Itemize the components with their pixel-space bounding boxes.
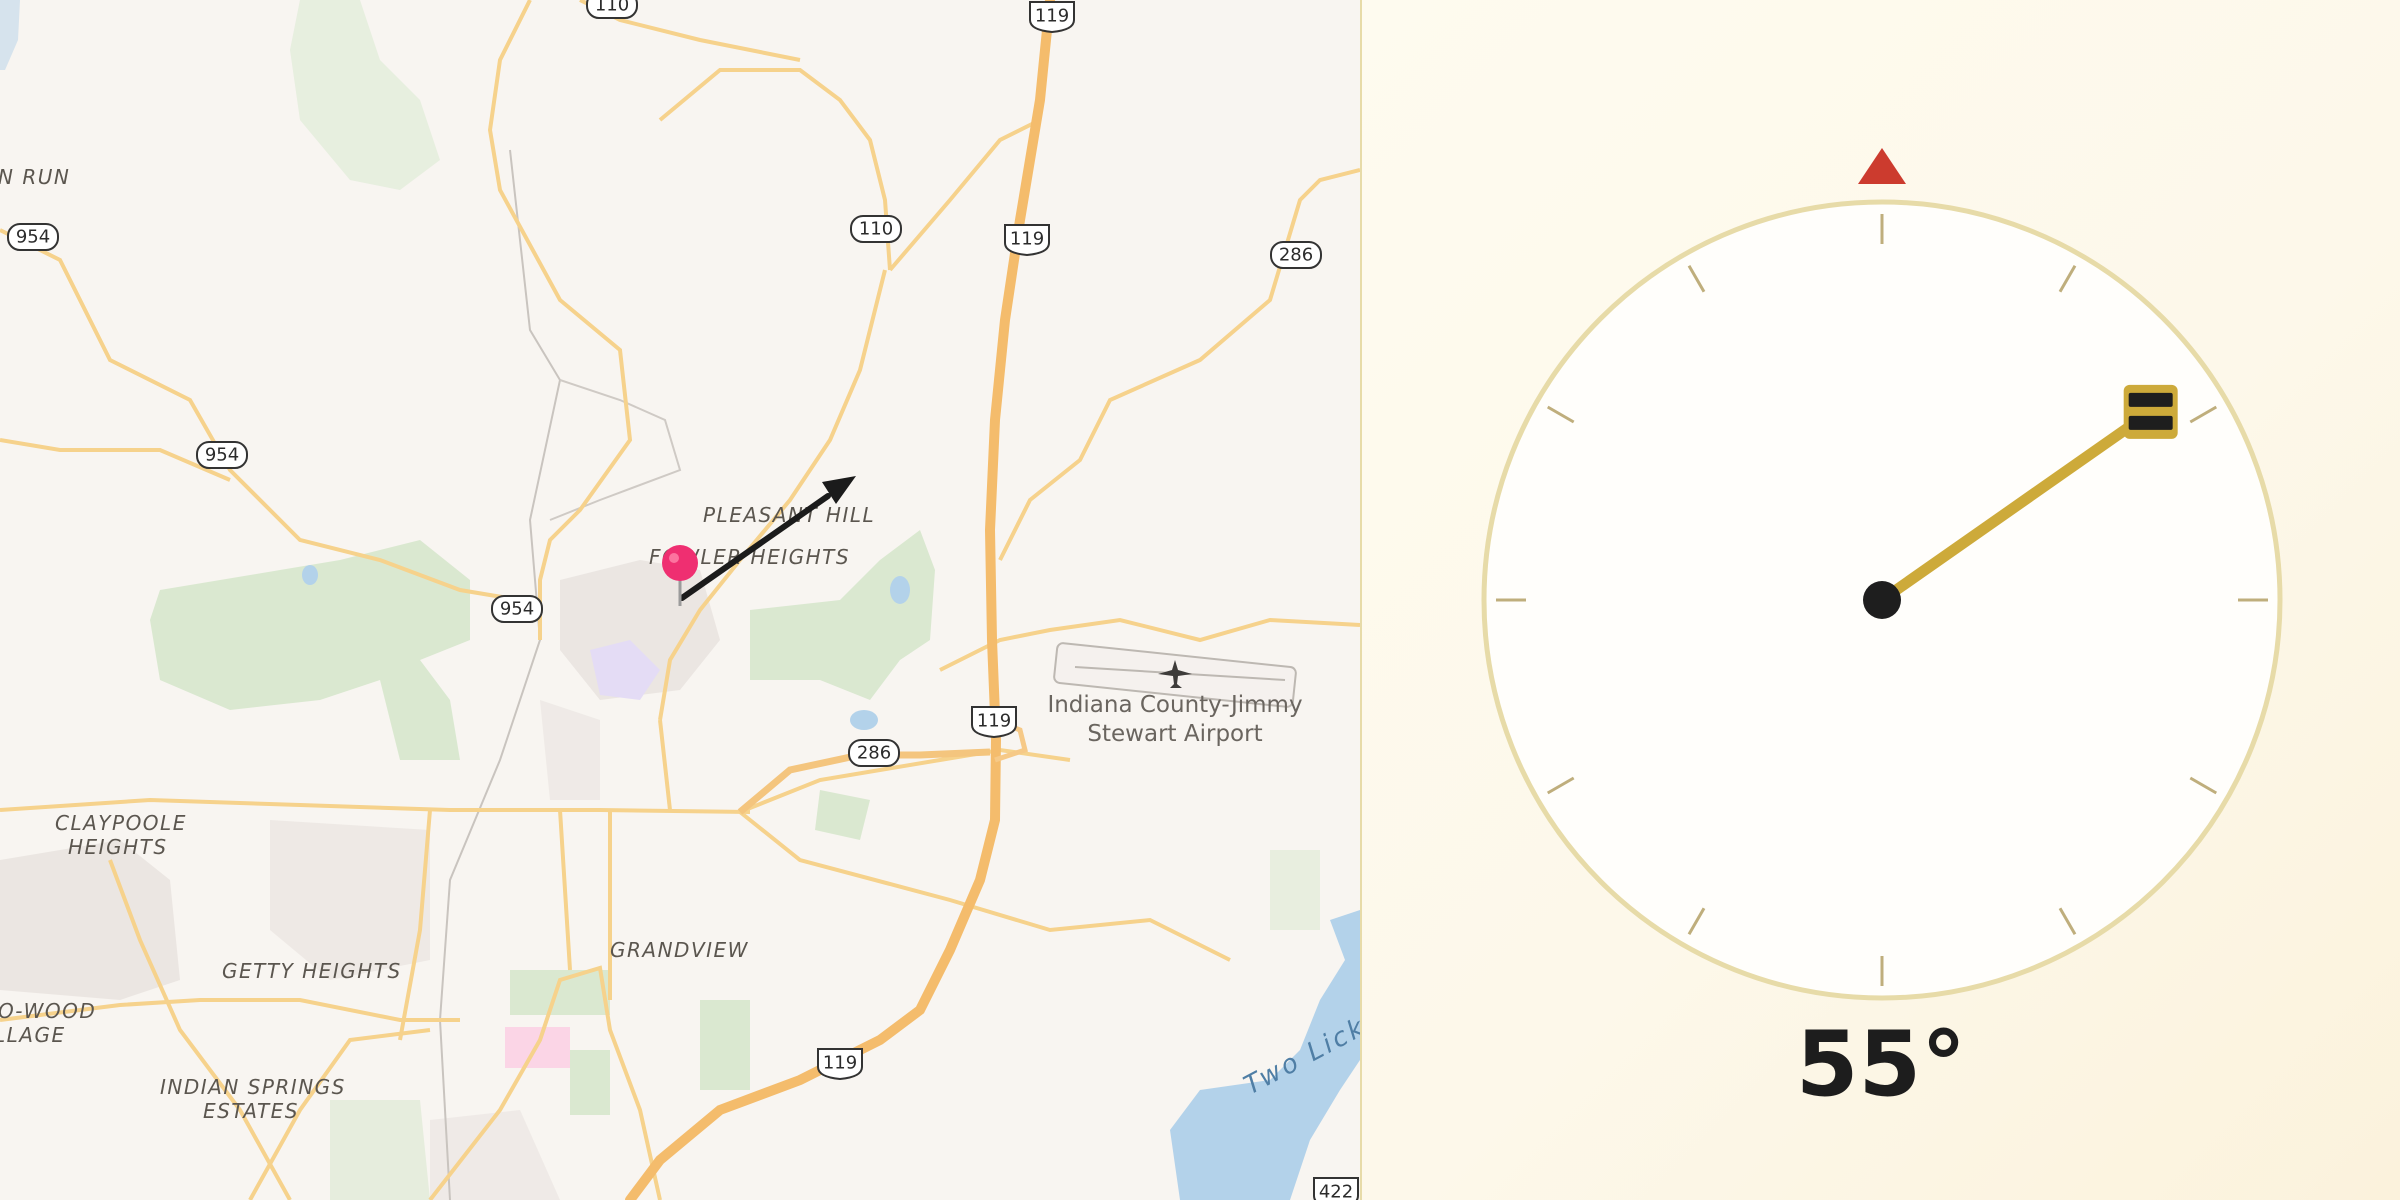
route-shield: 110 bbox=[586, 0, 638, 19]
north-marker-icon bbox=[1858, 148, 1906, 184]
place-label: LLAGE bbox=[0, 1023, 66, 1047]
place-label: ESTATES bbox=[203, 1099, 299, 1123]
svg-text:119: 119 bbox=[1035, 6, 1069, 27]
heading-readout: 55° bbox=[1795, 1012, 1967, 1117]
rail-spur bbox=[549, 379, 682, 521]
svg-text:110: 110 bbox=[859, 219, 893, 240]
place-label: HEIGHTS bbox=[68, 835, 168, 859]
route-shield: 954 bbox=[196, 441, 248, 469]
place-label: O-WOOD bbox=[0, 999, 96, 1023]
airport-name-line1: Indiana County-Jimmy bbox=[1047, 692, 1302, 718]
svg-text:286: 286 bbox=[857, 743, 891, 764]
park-areas bbox=[150, 0, 1320, 1200]
svg-text:954: 954 bbox=[500, 599, 534, 620]
needle-handle-icon[interactable] bbox=[2123, 384, 2178, 439]
svg-text:110: 110 bbox=[595, 0, 629, 16]
route-shield: 286 bbox=[848, 739, 900, 767]
route-shield: 119 bbox=[1029, 1, 1075, 34]
svg-text:422: 422 bbox=[1319, 1182, 1353, 1200]
route-shield: 954 bbox=[7, 223, 59, 251]
svg-text:119: 119 bbox=[977, 711, 1011, 732]
airport-name-line2: Stewart Airport bbox=[1087, 721, 1262, 747]
route-shield: 286 bbox=[1270, 241, 1322, 269]
svg-text:119: 119 bbox=[1010, 229, 1044, 250]
svg-text:954: 954 bbox=[16, 227, 50, 248]
direction-arrow-icon bbox=[679, 476, 856, 601]
svg-text:954: 954 bbox=[205, 445, 239, 466]
place-label: GETTY HEIGHTS bbox=[222, 959, 402, 983]
airport: Indiana County-Jimmy Stewart Airport bbox=[1047, 642, 1303, 747]
map-view[interactable]: Indiana County-Jimmy Stewart Airport N R… bbox=[0, 0, 1360, 1200]
place-label: N RUN bbox=[0, 165, 70, 189]
route-shield: 954 bbox=[491, 595, 543, 623]
svg-text:286: 286 bbox=[1279, 245, 1313, 266]
route-shield: 110 bbox=[850, 215, 902, 243]
svg-text:119: 119 bbox=[823, 1053, 857, 1074]
place-label: CLAYPOOLE bbox=[55, 811, 187, 835]
place-label: GRANDVIEW bbox=[610, 938, 749, 962]
route-shield: 119 bbox=[971, 706, 1017, 739]
needle-pivot bbox=[1863, 581, 1901, 619]
route-shield: 119 bbox=[1004, 224, 1050, 257]
route-shield: 119 bbox=[817, 1048, 863, 1081]
place-label: INDIAN SPRINGS bbox=[160, 1075, 346, 1099]
compass-panel: 55° bbox=[1362, 0, 2400, 1200]
route-shield: 422 bbox=[1313, 1177, 1359, 1200]
